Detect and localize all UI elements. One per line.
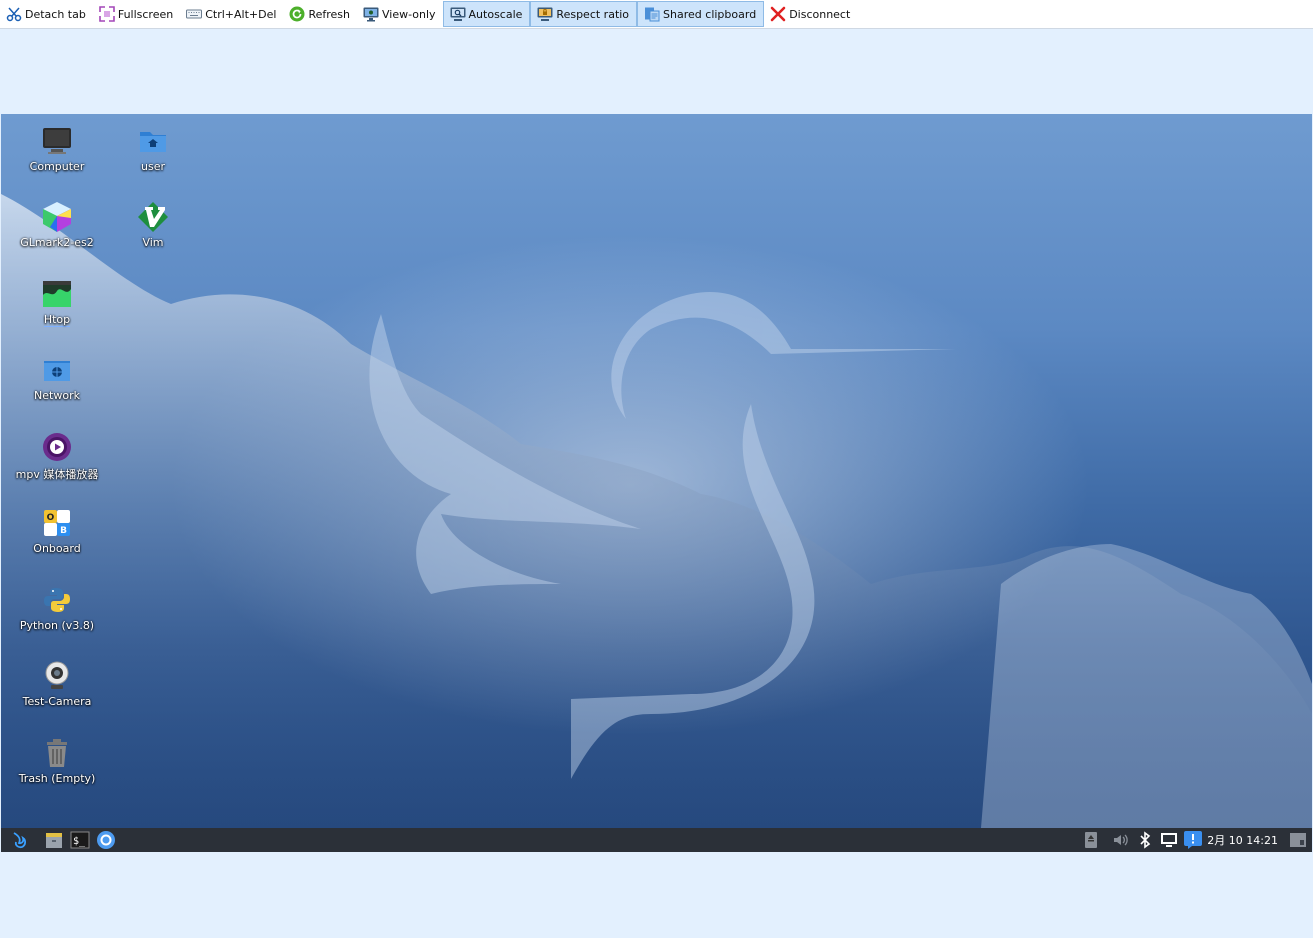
svg-text:$_: $_ xyxy=(73,836,86,847)
desktop-icon-python[interactable]: Python (v3.8) xyxy=(12,583,102,632)
notification-icon[interactable] xyxy=(1183,829,1203,851)
view-only-button[interactable]: View-only xyxy=(357,1,443,27)
shared-clipboard-label: Shared clipboard xyxy=(663,7,757,21)
detach-tab-label: Detach tab xyxy=(25,7,86,21)
clock[interactable]: 2月 10 14:21 xyxy=(1207,832,1278,848)
fullscreen-icon xyxy=(99,6,115,22)
desktop-icon-onboard[interactable]: OB Onboard xyxy=(12,506,102,555)
clipboard-icon xyxy=(644,6,660,22)
desktop-icon-vim[interactable]: Vim xyxy=(108,200,198,249)
desktop-icon-label: Htop xyxy=(43,313,71,327)
ratio-lock-icon xyxy=(537,6,553,22)
onboard-keyboard-icon: OB xyxy=(40,506,74,540)
detach-tab-button[interactable]: Detach tab xyxy=(0,1,93,27)
removable-drive-icon[interactable] xyxy=(1081,829,1101,851)
desktop-icon-user[interactable]: user xyxy=(108,124,198,173)
refresh-button[interactable]: Refresh xyxy=(283,1,357,27)
desktop-icon-label: Onboard xyxy=(33,542,81,555)
terminal-icon[interactable]: $_ xyxy=(69,829,91,851)
vim-icon xyxy=(136,200,170,234)
disconnect-label: Disconnect xyxy=(789,7,851,21)
python-icon xyxy=(40,583,74,617)
respect-ratio-label: Respect ratio xyxy=(556,7,630,21)
network-wired-icon[interactable] xyxy=(1159,829,1179,851)
desktop-icon-trash[interactable]: Trash (Empty) xyxy=(12,736,102,785)
taskbar: $_ 2月 10 14:21 xyxy=(1,828,1312,852)
desktop-icon-mpv[interactable]: mpv 媒体播放器 xyxy=(12,430,102,482)
system-tray: 2月 10 14:21 xyxy=(1077,828,1312,852)
desktop-icon-htop[interactable]: Htop xyxy=(12,277,102,327)
scissors-icon xyxy=(6,6,22,22)
desktop-icon-label: user xyxy=(141,160,165,173)
view-only-label: View-only xyxy=(381,7,436,21)
desktop-icon-test-camera[interactable]: Test-Camera xyxy=(12,659,102,708)
refresh-icon xyxy=(289,6,305,22)
file-manager-icon[interactable] xyxy=(43,829,65,851)
svg-text:B: B xyxy=(60,526,67,536)
desktop-icon-label: GLmark2-es2 xyxy=(20,236,94,249)
htop-icon xyxy=(40,277,74,311)
desktop-icon-label: Computer xyxy=(29,160,85,173)
browser-icon[interactable] xyxy=(95,829,117,851)
respect-ratio-toggle[interactable]: Respect ratio xyxy=(530,1,638,27)
fullscreen-button[interactable]: Fullscreen xyxy=(93,1,180,27)
show-desktop-icon[interactable] xyxy=(1288,829,1308,851)
disconnect-button[interactable]: Disconnect xyxy=(764,1,857,27)
desktop-icon-label: mpv 媒体播放器 xyxy=(15,468,99,481)
remote-desktop[interactable]: Computer user GLmark2-es2 Vim Htop Netwo… xyxy=(1,114,1312,828)
refresh-label: Refresh xyxy=(308,7,350,21)
svg-text:O: O xyxy=(47,513,55,523)
home-folder-icon xyxy=(136,124,170,158)
desktop-icon-label: Python (v3.8) xyxy=(19,619,95,632)
ctrl-alt-del-button[interactable]: Ctrl+Alt+Del xyxy=(180,1,283,27)
shared-clipboard-toggle[interactable]: Shared clipboard xyxy=(637,1,765,27)
volume-icon[interactable] xyxy=(1111,829,1131,851)
menu-logo-icon[interactable] xyxy=(9,829,31,851)
desktop-icon-glmark2[interactable]: GLmark2-es2 xyxy=(12,200,102,249)
webcam-icon xyxy=(40,659,74,693)
desktop-icon-label: Vim xyxy=(142,236,164,249)
network-folder-icon xyxy=(40,353,74,387)
autoscale-icon xyxy=(450,6,466,22)
bluetooth-icon[interactable] xyxy=(1135,829,1155,851)
mpv-icon xyxy=(40,430,74,464)
remote-session-toolbar: Detach tab Fullscreen Ctrl+Alt+Del Refre… xyxy=(0,0,1313,29)
close-icon xyxy=(770,6,786,22)
autoscale-toggle[interactable]: Autoscale xyxy=(442,1,531,27)
desktop-icon-label: Network xyxy=(34,389,80,402)
desktop-icon-network[interactable]: Network xyxy=(12,353,102,402)
fullscreen-label: Fullscreen xyxy=(117,7,174,21)
keyboard-icon xyxy=(186,6,203,22)
desktop-icon-label: Test-Camera xyxy=(22,695,92,708)
computer-icon xyxy=(40,124,74,158)
monitor-icon xyxy=(363,6,379,22)
trash-icon xyxy=(40,736,74,770)
desktop-icon-computer[interactable]: Computer xyxy=(12,124,102,173)
ctrl-alt-del-label: Ctrl+Alt+Del xyxy=(205,7,277,21)
glmark-cube-icon xyxy=(40,200,74,234)
desktop-icon-label: Trash (Empty) xyxy=(18,772,96,785)
autoscale-label: Autoscale xyxy=(468,7,523,21)
